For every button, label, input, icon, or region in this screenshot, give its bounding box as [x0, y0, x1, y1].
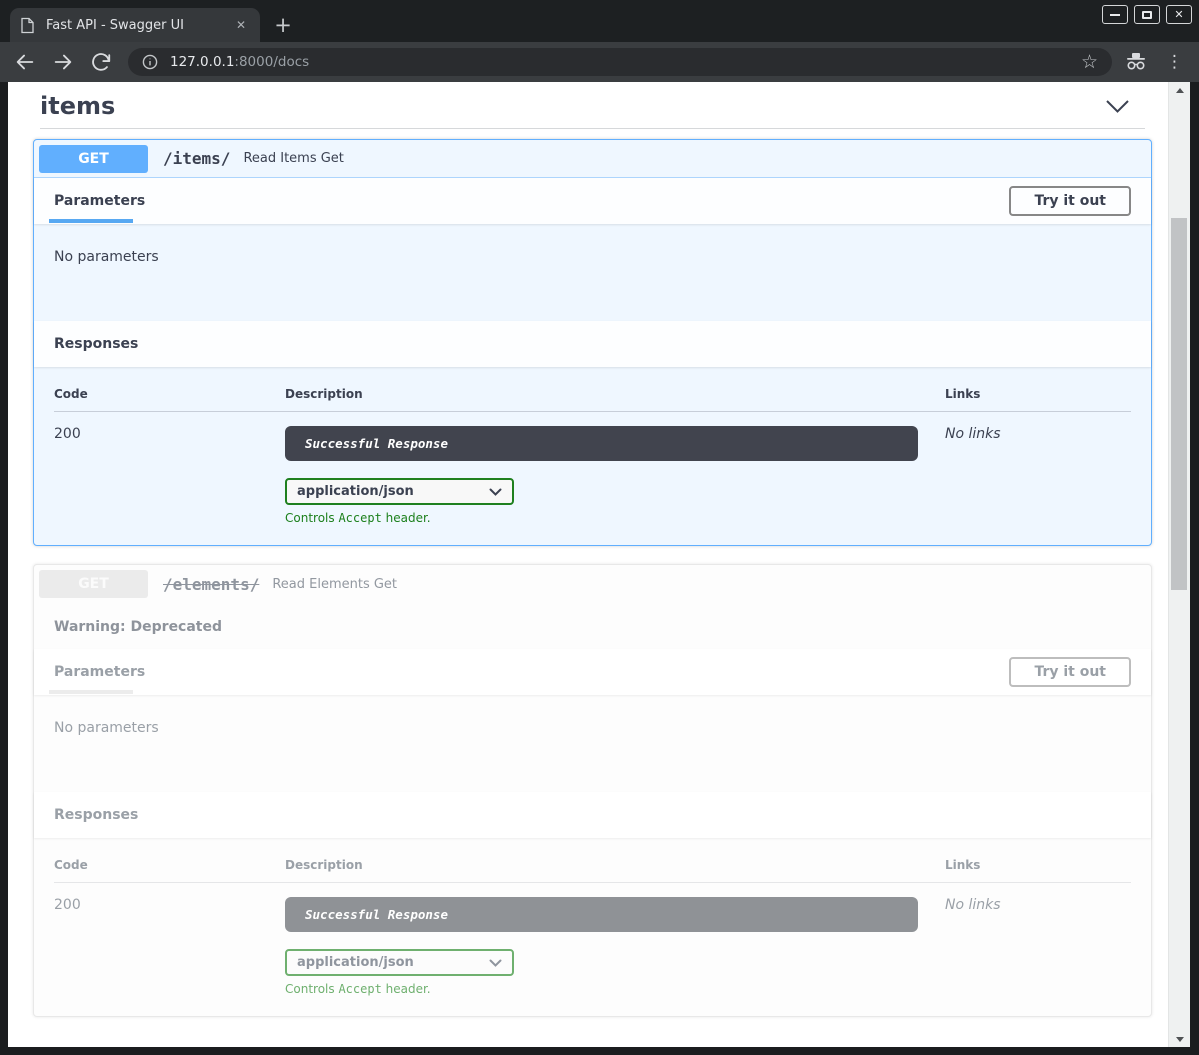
forward-button[interactable] [52, 51, 74, 73]
scroll-up-button[interactable] [1169, 82, 1191, 98]
column-header-description: Description [285, 387, 945, 412]
url-host: 127.0.0.1 [170, 54, 234, 70]
try-it-out-button[interactable]: Try it out [1009, 657, 1131, 687]
operation-summary: Read Items Get [243, 151, 343, 166]
responses-body: Code Description Links 200 Successful Re… [34, 838, 1151, 1016]
column-header-code: Code [54, 387, 285, 412]
scrollbar-thumb[interactable] [1171, 218, 1187, 590]
responses-title: Responses [54, 807, 138, 823]
browser-toolbar: 127.0.0.1:8000/docs ☆ ⋮ [0, 42, 1199, 82]
tag-section-header[interactable]: items [40, 88, 1145, 129]
select-chevron-icon [489, 959, 502, 967]
column-header-description: Description [285, 858, 945, 883]
minimize-icon [1110, 14, 1120, 16]
page-favicon-icon [20, 17, 35, 34]
column-header-links: Links [945, 858, 1131, 883]
response-description: Successful Response [285, 426, 918, 461]
opblock-get-items: GET /items/ Read Items Get Parameters Tr… [33, 139, 1152, 546]
media-type-select[interactable]: application/json [285, 949, 514, 976]
swagger-content: items GET /items/ Read Items Get Paramet… [8, 82, 1168, 1047]
new-tab-button[interactable]: + [268, 10, 298, 40]
back-button[interactable] [14, 51, 36, 73]
parameters-title: Parameters [54, 664, 145, 680]
minimize-button[interactable] [1102, 5, 1128, 24]
response-links: No links [945, 412, 1131, 525]
tab-title: Fast API - Swagger UI [46, 18, 232, 33]
responses-table: Code Description Links 200 Successful Re… [54, 387, 1131, 525]
maximize-icon [1142, 11, 1152, 19]
media-type-value: application/json [297, 484, 414, 499]
incognito-icon [1124, 51, 1148, 73]
titlebar: Fast API - Swagger UI ✕ + ✕ [0, 0, 1199, 42]
address-bar[interactable]: 127.0.0.1:8000/docs ☆ [128, 48, 1112, 76]
accept-note-suffix: header. [382, 982, 431, 996]
parameters-header: Parameters Try it out [34, 649, 1151, 695]
scrollbar[interactable] [1168, 82, 1190, 1047]
responses-header: Responses [34, 321, 1151, 367]
close-button[interactable]: ✕ [1166, 5, 1192, 24]
responses-header: Responses [34, 792, 1151, 838]
maximize-button[interactable] [1134, 5, 1160, 24]
accept-note-prefix: Controls [285, 511, 338, 525]
parameters-body: No parameters [34, 695, 1151, 792]
operation-path: /items/ [163, 149, 230, 168]
scroll-up-icon [1176, 88, 1184, 93]
parameters-title: Parameters [54, 193, 145, 209]
response-description-cell: Successful Response application/json Con… [285, 412, 945, 525]
response-code: 200 [54, 883, 285, 996]
parameters-body: No parameters [34, 224, 1151, 321]
no-parameters-text: No parameters [54, 720, 159, 736]
responses-body: Code Description Links 200 Successful Re… [34, 367, 1151, 545]
page-viewport: items GET /items/ Read Items Get Paramet… [8, 82, 1190, 1047]
opblock-summary[interactable]: GET /elements/ Read Elements Get [34, 565, 1151, 603]
browser-tab[interactable]: Fast API - Swagger UI ✕ [10, 8, 260, 42]
operation-summary: Read Elements Get [272, 577, 397, 592]
select-chevron-icon [489, 488, 502, 496]
reload-button[interactable] [90, 51, 112, 73]
url-path: :8000/docs [234, 54, 309, 70]
accept-note: Controls Accept header. [285, 982, 945, 996]
accept-note-code: Accept [338, 982, 381, 996]
media-type-value: application/json [297, 955, 414, 970]
method-badge: GET [39, 570, 148, 598]
responses-title: Responses [54, 336, 138, 352]
parameters-header: Parameters Try it out [34, 178, 1151, 224]
site-info-icon[interactable] [142, 54, 158, 70]
browser-menu-icon[interactable]: ⋮ [1166, 52, 1183, 72]
deprecated-warning: Warning: Deprecated [34, 603, 1151, 649]
scroll-down-icon [1176, 1037, 1184, 1042]
opblock-get-elements-deprecated: GET /elements/ Read Elements Get Warning… [33, 564, 1152, 1017]
window-controls: ✕ [1102, 5, 1192, 24]
tag-title: items [40, 92, 115, 120]
bookmark-star-icon[interactable]: ☆ [1081, 51, 1098, 73]
response-description-cell: Successful Response application/json Con… [285, 883, 945, 996]
column-header-code: Code [54, 858, 285, 883]
chevron-down-icon[interactable] [1105, 99, 1130, 114]
url-text: 127.0.0.1:8000/docs [170, 54, 1073, 70]
no-parameters-text: No parameters [54, 249, 159, 265]
method-badge: GET [39, 145, 148, 173]
column-header-links: Links [945, 387, 1131, 412]
opblock-summary[interactable]: GET /items/ Read Items Get [34, 140, 1151, 178]
browser-window: Fast API - Swagger UI ✕ + ✕ 127.0.0.1:80… [0, 0, 1199, 1055]
operation-path: /elements/ [163, 575, 259, 594]
response-code: 200 [54, 412, 285, 525]
media-type-select[interactable]: application/json [285, 478, 514, 505]
accept-note-code: Accept [338, 511, 381, 525]
try-it-out-button[interactable]: Try it out [1009, 186, 1131, 216]
response-description: Successful Response [285, 897, 918, 932]
responses-table: Code Description Links 200 Successful Re… [54, 858, 1131, 996]
accept-note-prefix: Controls [285, 982, 338, 996]
tab-close-icon[interactable]: ✕ [232, 16, 250, 34]
close-icon: ✕ [1174, 9, 1183, 20]
scroll-down-button[interactable] [1169, 1031, 1191, 1047]
response-links: No links [945, 883, 1131, 996]
accept-note: Controls Accept header. [285, 511, 945, 525]
accept-note-suffix: header. [382, 511, 431, 525]
